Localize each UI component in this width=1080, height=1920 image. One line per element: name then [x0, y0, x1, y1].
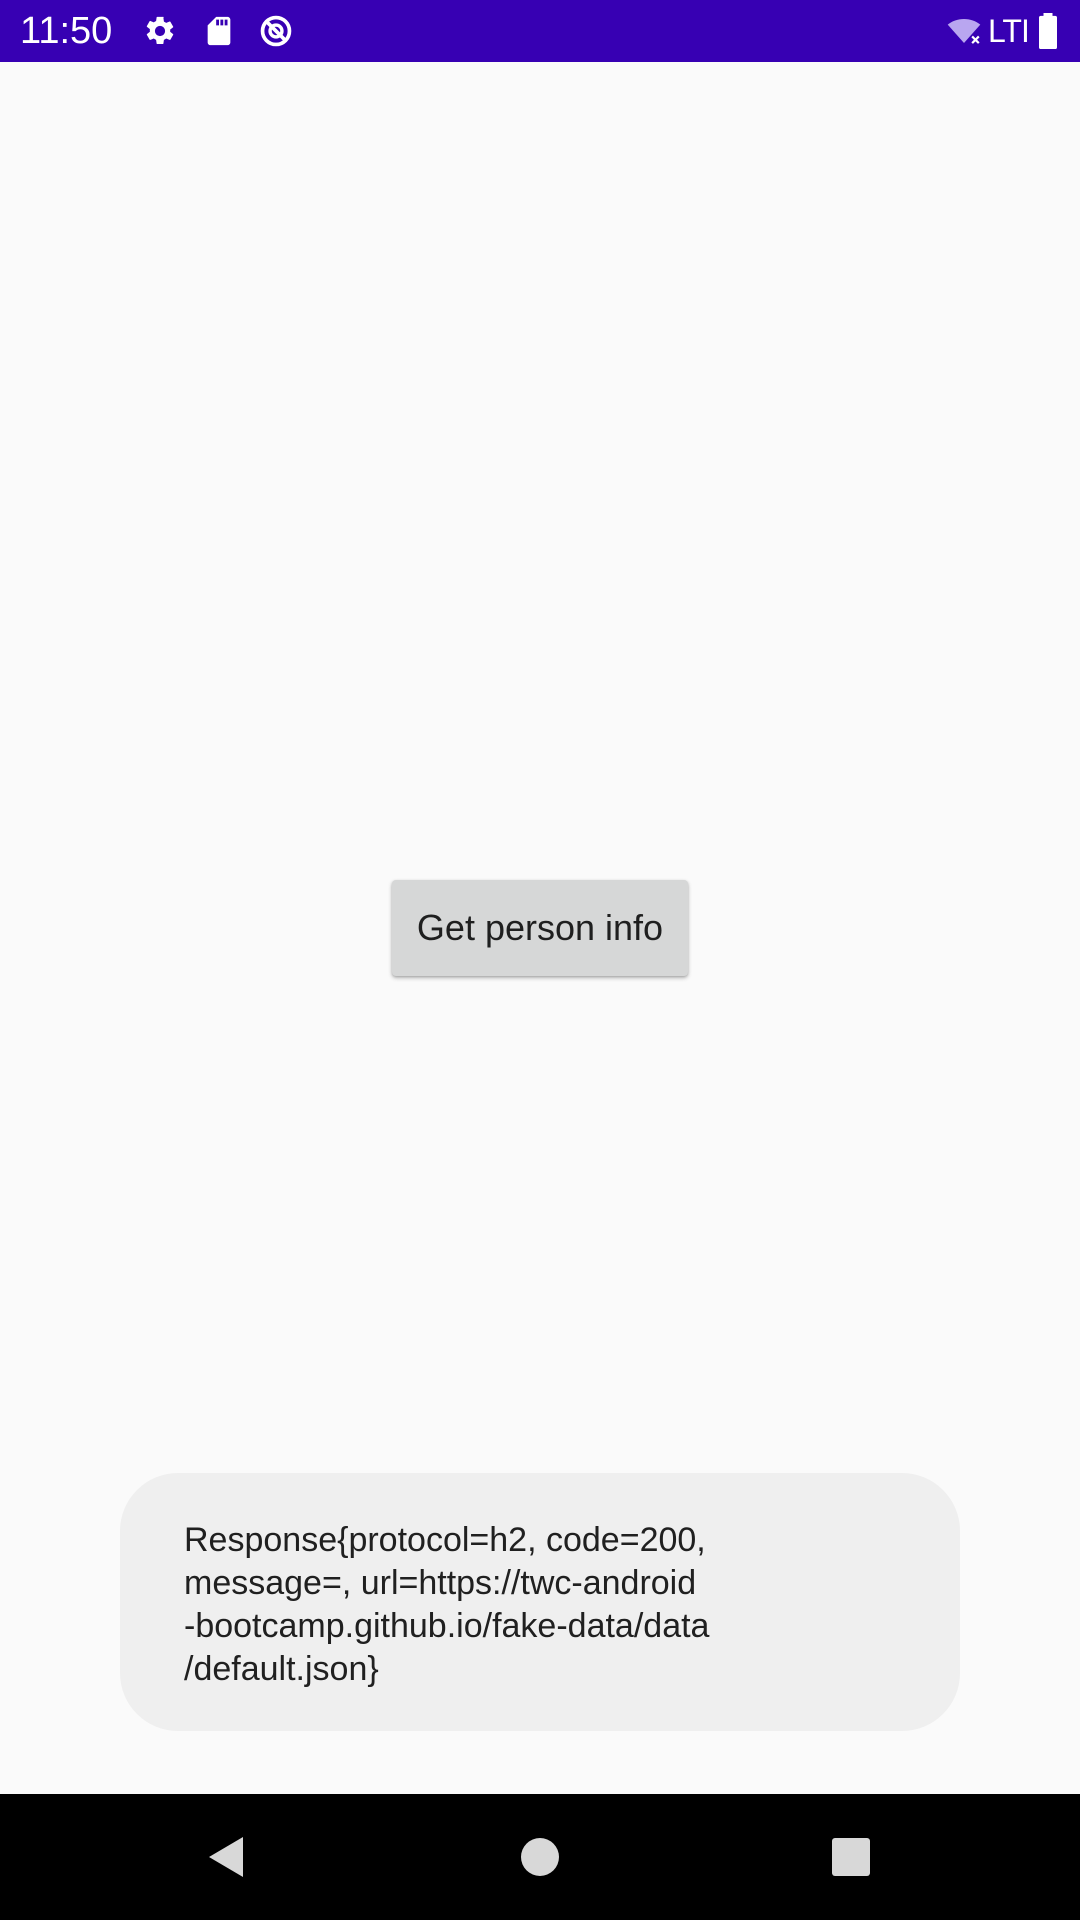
- toast-message: Response{protocol=h2, code=200, message=…: [120, 1473, 960, 1731]
- toast-line: /default.json}: [184, 1650, 379, 1688]
- app-screen: 11:50 LTI Get person info Response{proto…: [0, 0, 1080, 1920]
- status-time: 11:50: [20, 10, 113, 52]
- back-button[interactable]: [165, 1794, 285, 1920]
- network-type-label: LTI: [988, 13, 1030, 49]
- recents-icon: [832, 1838, 870, 1876]
- battery-icon: [1036, 13, 1060, 49]
- do-not-disturb-icon: [259, 14, 293, 48]
- toast-line: Response{protocol=h2, code=200,: [184, 1521, 706, 1559]
- toast-line: -bootcamp.github.io/fake-data/data: [184, 1607, 710, 1645]
- gear-icon: [143, 14, 177, 48]
- recents-button[interactable]: [791, 1794, 911, 1920]
- toast-line: message=, url=https://twc-android: [184, 1564, 697, 1602]
- wifi-off-icon: [944, 14, 984, 48]
- home-icon: [521, 1838, 559, 1876]
- get-person-info-button[interactable]: Get person info: [392, 880, 688, 976]
- back-icon: [209, 1837, 243, 1877]
- home-button[interactable]: [480, 1794, 600, 1920]
- navigation-bar: [0, 1794, 1080, 1920]
- sd-card-icon: [202, 14, 236, 48]
- status-bar: 11:50 LTI: [0, 0, 1080, 62]
